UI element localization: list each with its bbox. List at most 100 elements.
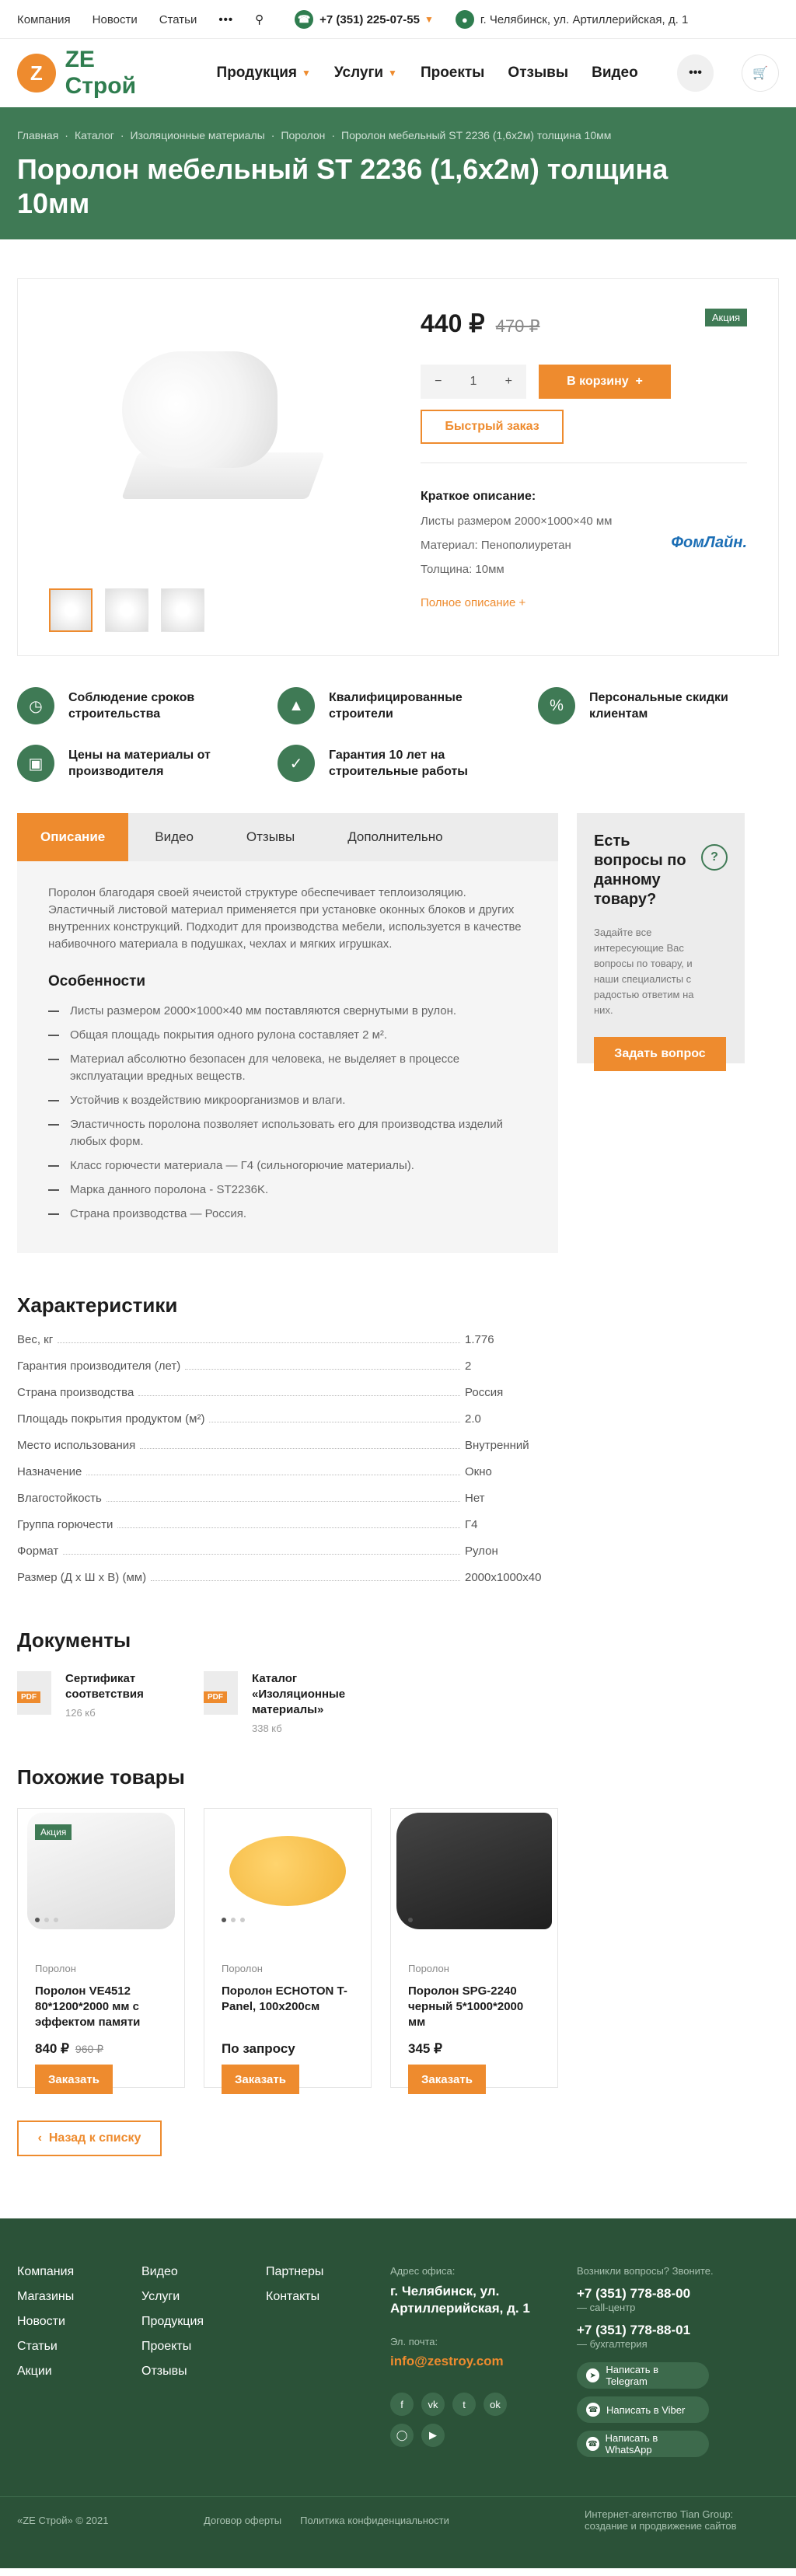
top-link-news[interactable]: Новости: [93, 13, 138, 26]
char-row: Формат Рулон: [17, 1545, 558, 1571]
clock-icon: ◷: [17, 687, 54, 724]
tab-description[interactable]: Описание: [17, 813, 129, 861]
char-row: Размер (Д х Ш х В) (мм) 2000х1000х40: [17, 1571, 558, 1597]
feature-item: Устойчив к воздействию микроорганизмов и…: [48, 1092, 527, 1109]
footer-link[interactable]: Статьи: [17, 2340, 141, 2354]
product-card: 440 ₽ 470 ₽ Акция − 1 + В корзину + Быст…: [17, 278, 779, 656]
ask-question-button[interactable]: Задать вопрос: [594, 1037, 726, 1071]
top-phone[interactable]: ☎ +7 (351) 225-07-55 ▼: [295, 10, 434, 29]
document-item[interactable]: PDF Сертификат соответствия 126 кб: [17, 1671, 204, 1734]
top-link-articles[interactable]: Статьи: [159, 13, 197, 26]
whatsapp-button[interactable]: ☎ Написать в WhatsApp: [577, 2431, 709, 2457]
logo[interactable]: Z ZE Строй: [17, 47, 172, 99]
card-name[interactable]: Поролон VE4512 80*1200*2000 мм с эффекто…: [35, 1984, 167, 2033]
product-image[interactable]: [229, 1836, 346, 1906]
more-links-button[interactable]: •••: [218, 13, 233, 26]
nav-reviews[interactable]: Отзывы: [508, 65, 568, 82]
old-price: 470 ₽: [495, 316, 540, 336]
minus-icon[interactable]: −: [435, 375, 442, 389]
facebook-icon[interactable]: f: [390, 2393, 414, 2416]
char-row: Место использования Внутренний: [17, 1439, 558, 1465]
card-name[interactable]: Поролон SPG-2240 черный 5*1000*2000 мм: [408, 1984, 540, 2033]
thumbnail[interactable]: [105, 588, 148, 632]
nav-projects[interactable]: Проекты: [421, 65, 484, 82]
product-image[interactable]: [49, 309, 397, 542]
footer-link[interactable]: Компания: [17, 2265, 141, 2279]
char-value: 2: [465, 1360, 472, 1373]
brand-logo: ФомЛайн.: [671, 534, 747, 551]
social-links: f vk t ok ◯ ▶: [390, 2393, 507, 2447]
feature-item: Класс горючести материала — Г4 (сильного…: [48, 1157, 527, 1175]
footer-link[interactable]: Контакты: [266, 2290, 390, 2304]
instagram-icon[interactable]: ◯: [390, 2424, 414, 2447]
footer-link[interactable]: Проекты: [141, 2340, 266, 2354]
youtube-icon[interactable]: ▶: [421, 2424, 445, 2447]
back-to-list-button[interactable]: ‹ Назад к списку: [17, 2120, 162, 2156]
char-value: Г4: [465, 1518, 478, 1531]
document-item[interactable]: PDF Каталог «Изоляционные материалы» 338 …: [204, 1671, 390, 1734]
vk-icon[interactable]: vk: [421, 2393, 445, 2416]
breadcrumb-item[interactable]: Поролон: [281, 129, 325, 141]
full-description-link[interactable]: Полное описание +: [421, 596, 747, 609]
telegram-button[interactable]: ➤ Написать в Telegram: [577, 2362, 709, 2389]
policy-link[interactable]: Политика конфиденциальности: [300, 2515, 585, 2526]
char-value: Рулон: [465, 1545, 498, 1558]
footer-contacts: Адрес офиса: г. Челябинск, ул. Артиллери…: [390, 2265, 577, 2457]
breadcrumb-item[interactable]: Изоляционные материалы: [131, 129, 265, 141]
copyright: «ZE Строй» © 2021: [17, 2514, 109, 2526]
top-link-company[interactable]: Компания: [17, 13, 71, 26]
documents: Документы PDF Сертификат соответствия 126…: [17, 1628, 779, 1734]
footer-link[interactable]: Новости: [17, 2315, 141, 2329]
pdf-tag: PDF: [204, 1691, 227, 1703]
tab-additional[interactable]: Дополнительно: [321, 813, 469, 861]
product-card-small[interactable]: Поролон Поролон ECHOTON T-Panel, 100х200…: [204, 1808, 372, 2094]
add-to-cart-button[interactable]: В корзину +: [539, 365, 671, 399]
tab-video[interactable]: Видео: [128, 813, 220, 861]
order-button[interactable]: Заказать: [408, 2065, 486, 2094]
agency-link[interactable]: Интернет-агентство Tian Group: создание …: [585, 2508, 779, 2532]
quick-order-button[interactable]: Быстрый заказ: [421, 410, 564, 444]
plus-icon[interactable]: +: [505, 375, 512, 389]
nav-products[interactable]: Продукция ▼: [217, 65, 311, 82]
nav-video[interactable]: Видео: [592, 65, 638, 82]
footer-link[interactable]: Отзывы: [141, 2365, 266, 2379]
phone-sub: — бухгалтерия: [577, 2338, 648, 2350]
document-name: Сертификат соответствия: [65, 1672, 144, 1701]
button-label: В корзину: [567, 375, 629, 388]
order-button[interactable]: Заказать: [35, 2065, 113, 2094]
cart-icon[interactable]: 🛒: [742, 54, 779, 92]
footer-link[interactable]: Акции: [17, 2365, 141, 2379]
breadcrumb-item[interactable]: Главная: [17, 129, 58, 141]
phone-link[interactable]: +7 (351) 778-88-01: [577, 2323, 748, 2338]
nav-services[interactable]: Услуги ▼: [334, 65, 397, 82]
footer-link[interactable]: Партнеры: [266, 2265, 390, 2279]
offer-link[interactable]: Договор оферты: [204, 2515, 281, 2526]
thumbnail[interactable]: [161, 588, 204, 632]
footer-call: Возникли вопросы? Звоните. +7 (351) 778-…: [577, 2265, 748, 2457]
thumbnail[interactable]: [49, 588, 93, 632]
product-card-small[interactable]: Акция Поролон Поролон VE4512 80*1200*200…: [17, 1808, 185, 2094]
advantage-text: Цены на материалы от производителя: [68, 749, 211, 778]
char-value: Нет: [465, 1492, 485, 1505]
search-icon[interactable]: ⚲: [255, 12, 264, 26]
top-bar: Компания Новости Статьи ••• ⚲ ☎ +7 (351)…: [0, 0, 796, 39]
quantity-value[interactable]: 1: [470, 375, 477, 389]
viber-button[interactable]: ☎ Написать в Viber: [577, 2396, 709, 2423]
phone-link[interactable]: +7 (351) 778-88-00: [577, 2286, 748, 2302]
order-button[interactable]: Заказать: [222, 2065, 299, 2094]
email-link[interactable]: info@zestroy.com: [390, 2354, 577, 2369]
product-card-small[interactable]: Поролон Поролон SPG-2240 черный 5*1000*2…: [390, 1808, 558, 2094]
tab-reviews[interactable]: Отзывы: [220, 813, 321, 861]
footer-link[interactable]: Услуги: [141, 2290, 266, 2304]
quantity-stepper[interactable]: − 1 +: [421, 365, 526, 399]
product-image[interactable]: [396, 1813, 552, 1929]
footer-link[interactable]: Видео: [141, 2265, 266, 2279]
breadcrumb-item[interactable]: Каталог: [75, 129, 114, 141]
price-value: 840 ₽: [35, 2041, 69, 2056]
twitter-icon[interactable]: t: [452, 2393, 476, 2416]
footer-link[interactable]: Продукция: [141, 2315, 266, 2329]
more-menu-button[interactable]: •••: [676, 54, 714, 92]
odnoklassniki-icon[interactable]: ok: [484, 2393, 507, 2416]
card-name[interactable]: Поролон ECHOTON T-Panel, 100х200см: [222, 1984, 354, 2033]
footer-link[interactable]: Магазины: [17, 2290, 141, 2304]
